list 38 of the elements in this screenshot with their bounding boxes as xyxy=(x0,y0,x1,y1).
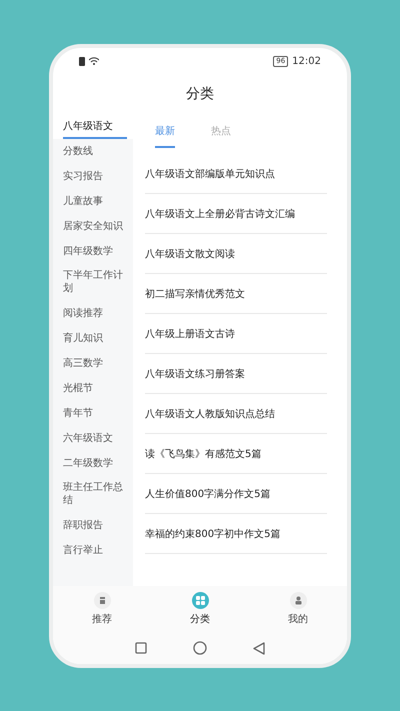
category-item[interactable]: 光棍节 xyxy=(63,376,127,401)
wifi-icon xyxy=(89,57,99,65)
category-item[interactable]: 高三数学 xyxy=(63,351,127,376)
article-title[interactable]: 八年级语文练习册答案 xyxy=(145,354,327,394)
category-item[interactable]: 分数线 xyxy=(63,139,127,164)
category-item[interactable]: 班主任工作总结 xyxy=(63,476,127,513)
category-item[interactable]: 四年级数学 xyxy=(63,239,127,264)
clock-time: 12:02 xyxy=(292,56,321,66)
category-item[interactable]: 儿童故事 xyxy=(63,189,127,214)
nav-button[interactable]: 分类 xyxy=(175,592,225,626)
category-item[interactable]: 居家安全知识 xyxy=(63,214,127,239)
category-item[interactable]: 言行举止 xyxy=(63,538,127,563)
article-title[interactable]: 八年级语文部编版单元知识点 xyxy=(145,154,327,194)
article-title[interactable]: 人生价值800字满分作文5篇 xyxy=(145,474,327,514)
category-item[interactable]: 下半年工作计划 xyxy=(63,264,127,301)
page-title: 分类 xyxy=(185,85,215,104)
sim-icon xyxy=(79,56,85,66)
article-title[interactable]: 八年级上册语文古诗 xyxy=(145,314,327,354)
article-title[interactable]: 幸福的约束800字初中作文5篇 xyxy=(145,514,327,554)
category-item[interactable]: 育儿知识 xyxy=(63,326,127,351)
article-title[interactable]: 初二描写亲情优秀范文 xyxy=(145,274,327,314)
person-icon xyxy=(290,592,306,609)
category-item[interactable]: 六年级语文 xyxy=(63,426,127,451)
recents-icon[interactable] xyxy=(135,642,147,654)
category-item[interactable]: 青年节 xyxy=(63,401,127,426)
nav-button[interactable]: 我的 xyxy=(273,592,323,626)
home-icon[interactable] xyxy=(193,641,207,655)
category-item[interactable]: 二年级数学 xyxy=(63,451,127,476)
article-title[interactable]: 八年级语文散文阅读 xyxy=(145,234,327,274)
article-title[interactable]: 八年级语文上全册必背古诗文汇编 xyxy=(145,194,327,234)
category-item[interactable]: 实习报告 xyxy=(63,164,127,189)
grid-icon xyxy=(192,592,208,609)
category-item[interactable]: 辞职报告 xyxy=(63,513,127,538)
article-title[interactable]: 八年级语文人教版知识点总结 xyxy=(145,394,327,434)
article-title[interactable]: 读《飞鸟集》有感范文5篇 xyxy=(145,434,327,474)
category-item[interactable]: 阅读推荐 xyxy=(63,301,127,326)
back-icon[interactable] xyxy=(253,642,265,654)
nav-button[interactable]: 推荐 xyxy=(77,592,127,626)
